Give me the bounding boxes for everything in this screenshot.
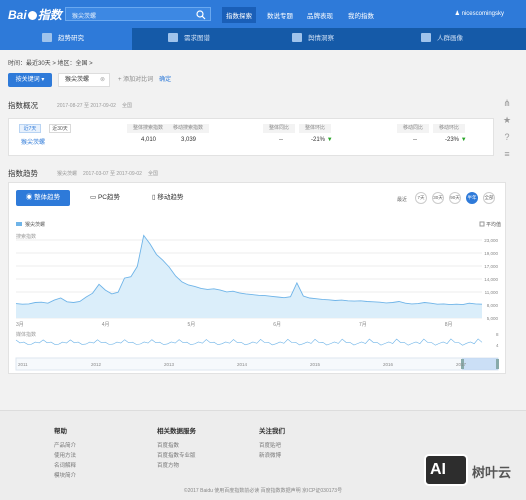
copyright: ©2017 Baidu 使用百度指数前必读 百度指数数据声明 京ICP证0301…	[183, 488, 343, 494]
watermark-text: 树叶云	[472, 465, 512, 480]
footer-follow: 关注我们 百度贴吧 新浪微博	[259, 425, 285, 461]
timeline-year-label: 2017	[456, 362, 467, 367]
y-tick-label: 23,000	[484, 238, 498, 243]
footer-link[interactable]: 模块简介	[54, 471, 76, 481]
timeline-year-label: 2012	[91, 362, 102, 367]
y-tick-label: 19,000	[484, 251, 498, 256]
x-tick-label: 6月	[273, 322, 281, 328]
legend-label: 猴尖茨螺	[25, 221, 45, 228]
trend-area	[16, 235, 482, 318]
sub-ytick-top: 8	[496, 332, 499, 337]
trend-chart: 猴尖茨螺 平均值 搜索指数 index.baidu.com 3月4月5月6月7月…	[15, 221, 501, 371]
x-tick-label: 3月	[16, 322, 24, 328]
timeline-year-label: 2013	[164, 362, 175, 367]
y-tick-label: 17,000	[484, 264, 498, 269]
y-tick-label: 11,000	[485, 290, 499, 295]
footer-services-title: 相关数据服务	[157, 428, 196, 435]
x-axis-labels: 3月 4月 5月 6月 7月 8月	[16, 322, 453, 328]
footer-link[interactable]: 产品简介	[54, 441, 76, 451]
trend-line	[15, 234, 483, 306]
y-axis-labels: 23,000 19,000 17,000 14,000 11,000 8,000 5,000	[484, 238, 498, 321]
footer-help: 帮助 产品简介 使用方法 名词解释 模块简介	[54, 425, 76, 481]
footer-link[interactable]: 名词解释	[54, 461, 76, 471]
y-axis-title: 搜索指数	[16, 233, 36, 240]
media-index-line	[15, 338, 483, 346]
footer-link[interactable]: 百度贴吧	[259, 441, 285, 451]
avg-label: 平均值	[486, 221, 501, 228]
footer-link[interactable]: 百度指数	[157, 441, 196, 451]
timeline-year-label: 2016	[383, 362, 394, 367]
timeline-year-label: 2015	[310, 362, 321, 367]
footer-help-title: 帮助	[54, 428, 67, 435]
footer-link[interactable]: 使用方法	[54, 451, 76, 461]
footer-link[interactable]: 百度方物	[157, 461, 196, 471]
sub-chart-title: 媒体指数	[16, 331, 36, 338]
y-tick-label: 14,000	[484, 277, 498, 282]
right-handle-icon	[496, 359, 499, 369]
footer-link[interactable]: 百度指数专业版	[157, 451, 196, 461]
x-tick-label: 8月	[445, 322, 453, 328]
sub-ytick-mid: 4	[496, 343, 499, 348]
x-tick-label: 4月	[102, 322, 110, 328]
y-tick-label: 5,000	[487, 316, 499, 321]
legend-swatch	[16, 222, 22, 226]
timeline-year-label: 2014	[237, 362, 248, 367]
timeline-year-label: 2011	[18, 362, 28, 367]
footer-follow-title: 关注我们	[259, 428, 285, 435]
watermark-badge: AI	[424, 454, 468, 486]
y-tick-label: 8,000	[487, 303, 499, 308]
x-tick-label: 5月	[187, 322, 195, 328]
avg-checkbox	[479, 221, 485, 227]
footer-services: 相关数据服务 百度指数 百度指数专业版 百度方物	[157, 425, 196, 471]
timeline-selection	[462, 358, 498, 370]
timeline-navigator	[15, 357, 499, 371]
footer-link[interactable]: 新浪微博	[259, 451, 285, 461]
x-tick-label: 7月	[359, 322, 367, 328]
